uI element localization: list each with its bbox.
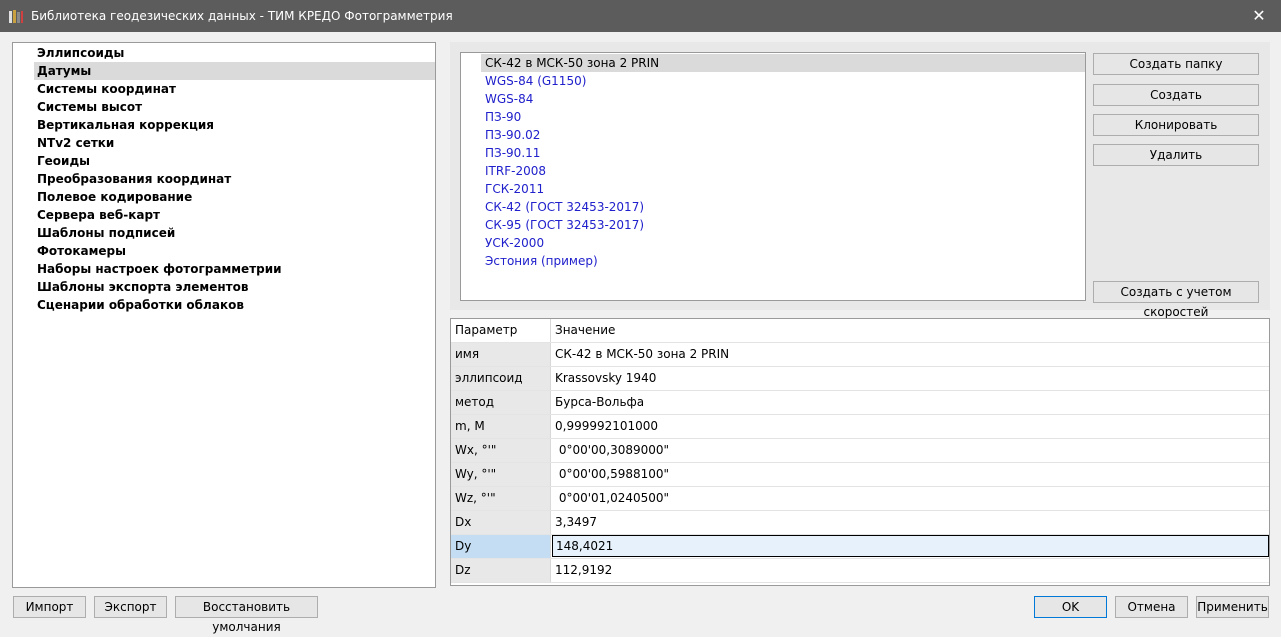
tree-item-cameras[interactable]: Фотокамеры bbox=[34, 242, 435, 260]
title-bar: Библиотека геодезических данных - ТИМ КР… bbox=[0, 0, 1281, 32]
param-cell: метод bbox=[451, 391, 551, 414]
param-cell: Wy, °'" bbox=[451, 463, 551, 486]
param-column-header: Параметр bbox=[451, 319, 551, 342]
value-cell[interactable]: 0,999992101000 bbox=[552, 415, 1269, 438]
delete-button[interactable]: Удалить bbox=[1093, 144, 1259, 166]
create-with-velocities-button[interactable]: Создать с учетом скоростей bbox=[1093, 281, 1259, 319]
apply-button[interactable]: Применить bbox=[1196, 596, 1269, 618]
tree-item-element-export-templates[interactable]: Шаблоны экспорта элементов bbox=[34, 278, 435, 296]
cancel-button[interactable]: Отмена bbox=[1115, 596, 1188, 618]
ok-button[interactable]: OK bbox=[1034, 596, 1107, 618]
datum-item[interactable]: ПЗ-90.02 bbox=[481, 126, 1085, 144]
tree-item-geoids[interactable]: Геоиды bbox=[34, 152, 435, 170]
datum-item[interactable]: СК-42 в МСК-50 зона 2 PRIN bbox=[481, 54, 1085, 72]
param-cell: Wx, °'" bbox=[451, 439, 551, 462]
table-row[interactable]: Wz, °'" 0°00'01,0240500" bbox=[451, 487, 1269, 511]
value-cell[interactable]: 0°00'00,5988100" bbox=[552, 463, 1269, 486]
table-row[interactable]: m, M 0,999992101000 bbox=[451, 415, 1269, 439]
param-cell: имя bbox=[451, 343, 551, 366]
create-button[interactable]: Создать bbox=[1093, 84, 1259, 106]
table-row[interactable]: эллипсоид Krassovsky 1940 bbox=[451, 367, 1269, 391]
datum-item[interactable]: СК-42 (ГОСТ 32453-2017) bbox=[481, 198, 1085, 216]
param-cell: Dx bbox=[451, 511, 551, 534]
tree-item-web-map-servers[interactable]: Сервера веб-карт bbox=[34, 206, 435, 224]
library-app-icon bbox=[8, 8, 24, 24]
datum-item[interactable]: WGS-84 (G1150) bbox=[481, 72, 1085, 90]
value-cell[interactable]: 0°00'00,3089000" bbox=[552, 439, 1269, 462]
tree-item-field-coding[interactable]: Полевое кодирование bbox=[34, 188, 435, 206]
param-cell: эллипсоид bbox=[451, 367, 551, 390]
properties-grid[interactable]: Параметр Значение имя СК-42 в МСК-50 зон… bbox=[450, 318, 1270, 586]
datum-item[interactable]: WGS-84 bbox=[481, 90, 1085, 108]
param-cell: Dz bbox=[451, 559, 551, 582]
tree-item-height-systems[interactable]: Системы высот bbox=[34, 98, 435, 116]
datum-item[interactable]: Эстония (пример) bbox=[481, 252, 1085, 270]
table-row[interactable]: Wy, °'" 0°00'00,5988100" bbox=[451, 463, 1269, 487]
value-cell[interactable]: 0°00'01,0240500" bbox=[552, 487, 1269, 510]
value-cell[interactable]: 112,9192 bbox=[552, 559, 1269, 582]
tree-item-ntv2-grids[interactable]: NTv2 сетки bbox=[34, 134, 435, 152]
tree-item-vertical-correction[interactable]: Вертикальная коррекция bbox=[34, 116, 435, 134]
tree-item-datums[interactable]: Датумы bbox=[34, 62, 435, 80]
datum-item[interactable]: СК-95 (ГОСТ 32453-2017) bbox=[481, 216, 1085, 234]
close-icon[interactable]: ✕ bbox=[1249, 6, 1269, 26]
value-column-header: Значение bbox=[555, 323, 616, 337]
datum-item[interactable]: УСК-2000 bbox=[481, 234, 1085, 252]
value-edit-field[interactable]: 148,4021 bbox=[552, 535, 1269, 557]
datum-item[interactable]: ITRF-2008 bbox=[481, 162, 1085, 180]
tree-item-ellipsoids[interactable]: Эллипсоиды bbox=[34, 44, 435, 62]
datum-list[interactable]: СК-42 в МСК-50 зона 2 PRIN WGS-84 (G1150… bbox=[460, 52, 1086, 301]
grid-header: Параметр Значение bbox=[451, 319, 1269, 343]
import-button[interactable]: Импорт bbox=[13, 596, 86, 618]
value-cell[interactable]: СК-42 в МСК-50 зона 2 PRIN bbox=[552, 343, 1269, 366]
value-cell[interactable]: 3,3497 bbox=[552, 511, 1269, 534]
value-cell[interactable]: Krassovsky 1940 bbox=[552, 367, 1269, 390]
restore-defaults-button[interactable]: Восстановить умолчания bbox=[175, 596, 318, 634]
window-title: Библиотека геодезических данных - ТИМ КР… bbox=[31, 9, 453, 23]
datum-item[interactable]: ГСК-2011 bbox=[481, 180, 1085, 198]
table-row[interactable]: Wx, °'" 0°00'00,3089000" bbox=[451, 439, 1269, 463]
tree-item-coordinate-systems[interactable]: Системы координат bbox=[34, 80, 435, 98]
table-row[interactable]: метод Бурса-Вольфа bbox=[451, 391, 1269, 415]
tree-item-photogrammetry-settings[interactable]: Наборы настроек фотограмметрии bbox=[34, 260, 435, 278]
tree-item-cloud-processing-scenarios[interactable]: Сценарии обработки облаков bbox=[34, 296, 435, 314]
tree-item-coordinate-transformations[interactable]: Преобразования координат bbox=[34, 170, 435, 188]
create-folder-button[interactable]: Создать папку bbox=[1093, 53, 1259, 75]
param-cell: Dy bbox=[451, 535, 551, 558]
param-cell: m, M bbox=[451, 415, 551, 438]
table-row[interactable]: Dx 3,3497 bbox=[451, 511, 1269, 535]
category-tree[interactable]: Эллипсоиды Датумы Системы координат Сист… bbox=[12, 42, 436, 588]
clone-button[interactable]: Клонировать bbox=[1093, 114, 1259, 136]
datum-item[interactable]: ПЗ-90 bbox=[481, 108, 1085, 126]
table-row[interactable]: Dy 148,4021 bbox=[451, 535, 1269, 559]
table-row[interactable]: Dz 112,9192 bbox=[451, 559, 1269, 583]
datum-item[interactable]: ПЗ-90.11 bbox=[481, 144, 1085, 162]
param-cell: Wz, °'" bbox=[451, 487, 551, 510]
table-row[interactable]: имя СК-42 в МСК-50 зона 2 PRIN bbox=[451, 343, 1269, 367]
export-button[interactable]: Экспорт bbox=[94, 596, 167, 618]
tree-item-label-templates[interactable]: Шаблоны подписей bbox=[34, 224, 435, 242]
value-cell[interactable]: Бурса-Вольфа bbox=[552, 391, 1269, 414]
